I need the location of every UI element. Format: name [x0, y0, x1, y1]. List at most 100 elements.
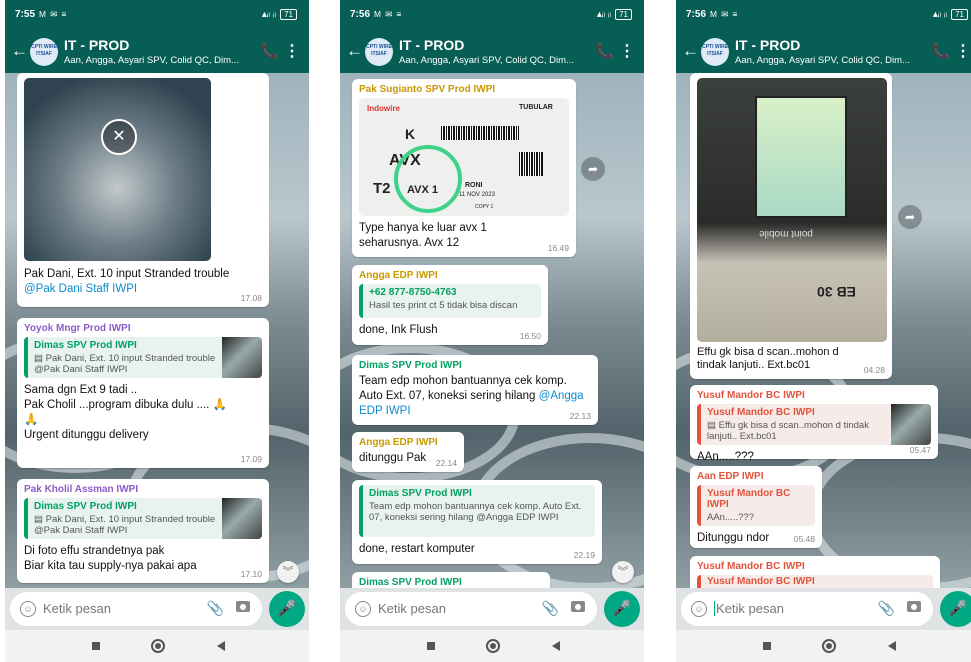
image-attachment[interactable]: Indowire TUBULAR K AVX T2 AVX 1 RONI 11 …: [359, 98, 569, 216]
more-options-icon[interactable]: ⋮: [955, 41, 971, 61]
more-options-icon[interactable]: ⋮: [284, 41, 300, 61]
quoted-image-thumbnail: [222, 498, 262, 539]
group-avatar[interactable]: CPTI WIRE ITSIAF: [701, 38, 729, 66]
add-call-icon[interactable]: 📞: [595, 42, 614, 60]
chat-members[interactable]: Aan, Angga, Asyari SPV, Colid QC, Dim...: [399, 55, 589, 66]
status-time: 7:55 M ✉ ≡: [15, 9, 68, 20]
message-bubble[interactable]: Dimas SPV Prod IWPI Team edp mohon bantu…: [352, 355, 598, 425]
quoted-message[interactable]: Dimas SPV Prod IWPI ▤ Pak Dani, Ext. 10 …: [24, 498, 262, 539]
quoted-message[interactable]: Yusuf Mandor BC IWPI AAn.....???: [697, 485, 815, 526]
sender-name[interactable]: Yoyok Mngr Prod IWPI: [24, 323, 262, 334]
status-bar: 7:55 M ✉ ≡ ▴ᵢₗ ᵢₗ 71: [5, 0, 309, 33]
message-bubble[interactable]: Pak Kholil Assman IWPI Dimas SPV Prod IW…: [17, 479, 269, 583]
attach-icon[interactable]: 📎: [207, 600, 224, 617]
mic-icon[interactable]: 🎤: [604, 591, 640, 627]
recents-icon[interactable]: [763, 642, 771, 650]
sender-name[interactable]: Angga EDP IWPI: [359, 270, 541, 281]
sender-name[interactable]: Yusuf Mandor BC IWPI: [697, 561, 933, 572]
message-time: 17.08: [240, 293, 262, 303]
message-time: 22.14: [435, 458, 457, 468]
quoted-sender: Yusuf Mandor BC IWPI: [707, 488, 791, 510]
message-bubble[interactable]: Angga EDP IWPI ditunggu Pak 22.14: [352, 432, 464, 472]
more-options-icon[interactable]: ⋮: [619, 41, 635, 61]
message-bubble[interactable]: Pak Sugianto SPV Prod IWPI Indowire TUBU…: [352, 79, 576, 257]
back-icon[interactable]: [217, 641, 225, 651]
message-input[interactable]: ☺ Ketik pesan 📎: [681, 592, 933, 626]
message-bubble[interactable]: Angga EDP IWPI +62 877-8750-4763 Hasil t…: [352, 265, 548, 345]
camera-icon[interactable]: [236, 601, 250, 612]
chat-title[interactable]: IT - PROD: [735, 37, 800, 53]
status-bar: 7:56 M ✉ ≡ ▴ᵢₗ ᵢₗ 71: [676, 0, 971, 33]
image-attachment[interactable]: ✕: [24, 78, 211, 261]
mention-link[interactable]: @Pak Dani Staff IWPI: [24, 283, 137, 295]
chat-title[interactable]: IT - PROD: [64, 37, 129, 53]
quoted-message[interactable]: Yusuf Mandor BC IWPI: [697, 575, 933, 588]
back-icon[interactable]: [888, 641, 896, 651]
message-bubble[interactable]: Aan EDP IWPI Yusuf Mandor BC IWPI AAn...…: [690, 466, 822, 548]
message-text: Sama dgn Ext 9 tadi .. Pak Cholil ...pro…: [24, 384, 227, 441]
sender-name[interactable]: Dimas SPV Prod IWPI: [359, 577, 543, 588]
message-input[interactable]: ☺ Ketik pesan 📎: [10, 592, 262, 626]
camera-icon[interactable]: [571, 601, 585, 612]
message-bubble[interactable]: Yusuf Mandor BC IWPI Yusuf Mandor BC IWP…: [690, 385, 938, 463]
scroll-down-icon[interactable]: ︾: [277, 561, 299, 583]
chat-messages[interactable]: point mobile EB 30 Effu gk bisa d scan..…: [676, 73, 971, 588]
sender-name[interactable]: Angga EDP IWPI: [359, 437, 457, 448]
recents-icon[interactable]: [92, 642, 100, 650]
camera-icon[interactable]: [907, 601, 921, 612]
chat-messages[interactable]: Pak Sugianto SPV Prod IWPI Indowire TUBU…: [340, 73, 644, 588]
sender-name[interactable]: Pak Sugianto SPV Prod IWPI: [359, 84, 569, 95]
attach-icon[interactable]: 📎: [542, 600, 559, 617]
message-bubble[interactable]: Dimas SPV Prod IWPI: [352, 572, 550, 588]
mic-icon[interactable]: 🎤: [940, 591, 971, 627]
emoji-icon[interactable]: ☺: [20, 601, 36, 617]
message-text: Team edp mohon bantuannya cek komp. Auto…: [359, 375, 567, 402]
group-avatar[interactable]: CPTI WIRE ITSIAF: [365, 38, 393, 66]
mic-icon[interactable]: 🎤: [269, 591, 305, 627]
chat-title[interactable]: IT - PROD: [399, 37, 464, 53]
emoji-icon[interactable]: ☺: [691, 601, 707, 617]
message-text: done, restart komputer: [359, 543, 475, 555]
chat-members[interactable]: Aan, Angga, Asyari SPV, Colid QC, Dim...: [735, 55, 925, 66]
signal-battery-icons: ▴ᵢₗ ᵢₗ 71: [262, 9, 297, 20]
back-arrow-icon[interactable]: ←: [682, 41, 699, 61]
message-bubble[interactable]: Dimas SPV Prod IWPI Team edp mohon bantu…: [352, 480, 602, 564]
sender-name[interactable]: Aan EDP IWPI: [697, 471, 815, 482]
recents-icon[interactable]: [427, 642, 435, 650]
compose-bar: ☺ Ketik pesan 📎 🎤: [340, 588, 644, 630]
image-attachment[interactable]: point mobile EB 30: [697, 78, 887, 342]
message-bubble[interactable]: point mobile EB 30 Effu gk bisa d scan..…: [690, 73, 892, 379]
sender-name[interactable]: Dimas SPV Prod IWPI: [359, 360, 591, 371]
quoted-message[interactable]: +62 877-8750-4763 Hasil tes print ct 5 t…: [359, 284, 541, 318]
forward-icon[interactable]: ➦: [581, 157, 605, 181]
attach-icon[interactable]: 📎: [878, 600, 895, 617]
message-time: 17.09: [240, 454, 262, 464]
emoji-icon[interactable]: ☺: [355, 601, 371, 617]
group-avatar[interactable]: CPTI WIRE ITSIAF: [30, 38, 58, 66]
back-arrow-icon[interactable]: ←: [11, 41, 28, 61]
home-icon[interactable]: [486, 639, 500, 653]
add-call-icon[interactable]: 📞: [931, 42, 950, 60]
message-input[interactable]: ☺ Ketik pesan 📎: [345, 592, 597, 626]
back-arrow-icon[interactable]: ←: [346, 41, 363, 61]
message-bubble[interactable]: Yoyok Mngr Prod IWPI Dimas SPV Prod IWPI…: [17, 318, 269, 468]
quoted-message[interactable]: Dimas SPV Prod IWPI ▤ Pak Dani, Ext. 10 …: [24, 337, 262, 378]
chat-messages[interactable]: ✕ Pak Dani, Ext. 10 input Stranded troub…: [5, 73, 309, 588]
message-bubble[interactable]: Yusuf Mandor BC IWPI Yusuf Mandor BC IWP…: [690, 556, 940, 588]
sender-name[interactable]: Pak Kholil Assman IWPI: [24, 484, 262, 495]
forward-icon[interactable]: ➦: [898, 205, 922, 229]
quoted-message[interactable]: Yusuf Mandor BC IWPI ▤ Effu gk bisa d sc…: [697, 404, 931, 445]
home-icon[interactable]: [822, 639, 836, 653]
cancel-download-icon[interactable]: ✕: [101, 119, 137, 155]
home-icon[interactable]: [151, 639, 165, 653]
chat-members[interactable]: Aan, Angga, Asyari SPV, Colid QC, Dim...: [64, 55, 254, 66]
back-icon[interactable]: [552, 641, 560, 651]
add-call-icon[interactable]: 📞: [260, 42, 279, 60]
sender-name[interactable]: Yusuf Mandor BC IWPI: [697, 390, 931, 401]
scroll-down-icon[interactable]: ︾: [612, 561, 634, 583]
quoted-text: AAn.....???: [707, 512, 755, 523]
quoted-sender: Dimas SPV Prod IWPI: [369, 488, 472, 499]
message-bubble[interactable]: ✕ Pak Dani, Ext. 10 input Stranded troub…: [17, 73, 269, 307]
quoted-message[interactable]: Dimas SPV Prod IWPI Team edp mohon bantu…: [359, 485, 595, 537]
message-time: 16.49: [547, 243, 569, 253]
